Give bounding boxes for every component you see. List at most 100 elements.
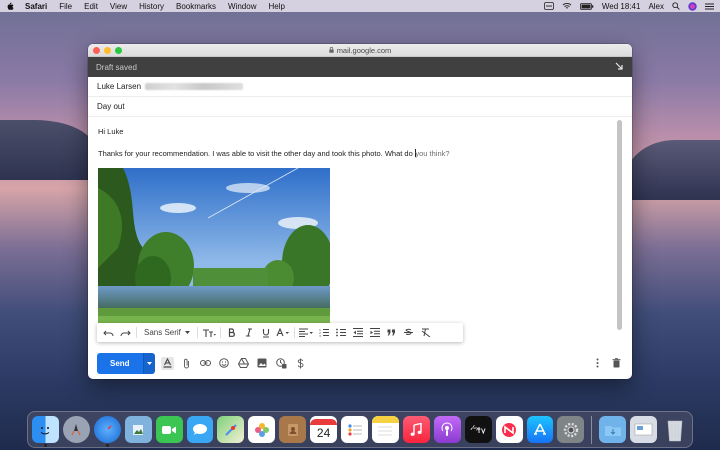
dock-app-store-icon[interactable] [526, 416, 554, 443]
url-text: mail.google.com [336, 45, 392, 55]
dock-notes-icon[interactable] [371, 416, 399, 443]
dots-status-icon[interactable] [543, 2, 554, 10]
dock-system-preferences-icon[interactable] [557, 416, 585, 443]
dock-contacts-icon[interactable] [279, 416, 307, 443]
to-field[interactable]: Luke Larsen [88, 77, 632, 97]
message-body[interactable]: Hi Luke Thanks for your recommendation. … [88, 118, 632, 334]
menu-window[interactable]: Window [228, 2, 256, 11]
dock-music-icon[interactable] [402, 416, 430, 443]
battery-icon[interactable] [579, 2, 594, 10]
recipient-email-redacted [145, 83, 244, 90]
insert-link-icon[interactable] [199, 357, 212, 370]
address-bar[interactable]: mail.google.com [88, 46, 632, 55]
browser-window: mail.google.com Draft saved Luke Larsen … [88, 44, 632, 379]
caret-down-icon [146, 361, 152, 365]
spotlight-search-icon[interactable] [672, 2, 680, 10]
dock-separator [591, 415, 593, 444]
confidential-mode-icon[interactable] [275, 357, 288, 370]
bulleted-list-icon[interactable] [334, 325, 348, 340]
menu-view[interactable]: View [110, 2, 127, 11]
toolbar-divider [293, 327, 295, 338]
dock-maps-icon[interactable] [217, 416, 245, 443]
underline-icon[interactable] [259, 325, 273, 340]
insert-photo-icon[interactable] [256, 357, 269, 370]
draft-status: Draft saved [96, 62, 137, 72]
subject-field[interactable]: Day out [88, 97, 632, 117]
dock-calendar-icon[interactable]: 24 [310, 416, 338, 443]
compose-actions: Send [88, 350, 632, 376]
text-size-icon[interactable] [202, 325, 216, 340]
scrollbar-thumb[interactable] [617, 120, 622, 330]
font-family-value: Sans Serif [144, 328, 181, 337]
send-money-icon[interactable] [294, 357, 307, 370]
attached-photo[interactable] [98, 168, 330, 326]
notification-center-icon[interactable] [705, 3, 714, 10]
undo-icon[interactable] [101, 325, 115, 340]
menubar-user[interactable]: Alex [648, 2, 664, 11]
dock-downloads-folder-icon[interactable] [599, 416, 627, 443]
indent-more-icon[interactable] [368, 325, 382, 340]
dock-trash-icon[interactable] [661, 416, 688, 443]
recipient-name: Luke Larsen [97, 82, 142, 91]
italic-icon[interactable] [242, 325, 256, 340]
google-drive-icon[interactable] [237, 357, 250, 370]
dock-reminders-icon[interactable] [341, 416, 368, 443]
remove-formatting-icon[interactable] [419, 325, 433, 340]
body-line: Thanks for your recommendation. I was ab… [98, 149, 622, 158]
greeting-line: Hi Luke [98, 127, 124, 136]
toolbar-divider [219, 327, 221, 338]
dock-messages-icon[interactable] [186, 416, 214, 443]
menu-help[interactable]: Help [268, 2, 284, 11]
compose-header: Draft saved [88, 57, 632, 77]
numbered-list-icon[interactable]: 123 [317, 325, 331, 340]
dock-preview-icon[interactable] [124, 416, 152, 443]
menu-history[interactable]: History [139, 2, 164, 11]
formatting-options-icon[interactable] [160, 356, 174, 370]
dock-podcasts-icon[interactable] [433, 416, 461, 443]
menu-bar: Safari File Edit View History Bookmarks … [0, 0, 720, 12]
dock-facetime-icon[interactable] [155, 416, 183, 443]
send-options-button[interactable] [142, 352, 155, 374]
indent-less-icon[interactable] [351, 325, 365, 340]
body-text: Thanks for your recommendation. I was ab… [98, 149, 413, 158]
dock-safari-icon[interactable] [93, 416, 121, 447]
menu-app-name[interactable]: Safari [25, 2, 47, 11]
align-icon[interactable] [298, 325, 314, 340]
toolbar-divider [196, 327, 198, 338]
wifi-icon[interactable] [562, 2, 572, 10]
attach-file-icon[interactable] [180, 357, 193, 370]
dock-finder-icon[interactable] [32, 416, 59, 447]
text-color-icon[interactable] [276, 325, 290, 340]
chevron-down-icon [184, 331, 190, 334]
menu-file[interactable]: File [59, 2, 72, 11]
toolbar-divider [136, 327, 137, 338]
menubar-clock[interactable]: Wed 18:41 [602, 2, 641, 11]
dock-news-icon[interactable] [495, 416, 523, 443]
discard-draft-icon[interactable] [610, 357, 623, 370]
redo-icon[interactable] [118, 325, 132, 340]
menu-edit[interactable]: Edit [84, 2, 98, 11]
exit-fullscreen-icon[interactable] [615, 62, 624, 73]
dock-photos-icon[interactable] [248, 416, 276, 443]
dock-launchpad-icon[interactable] [62, 416, 90, 443]
more-options-icon[interactable] [591, 357, 604, 370]
font-family-dropdown[interactable]: Sans Serif [141, 325, 193, 340]
dock-tv-icon[interactable] [464, 416, 492, 443]
apple-menu-icon[interactable] [6, 1, 15, 11]
running-indicator [44, 444, 47, 447]
emoji-icon[interactable] [218, 357, 231, 370]
body-scrollbar[interactable] [617, 120, 622, 330]
calendar-day: 24 [316, 425, 331, 440]
strikethrough-icon[interactable] [402, 325, 416, 340]
lock-icon [328, 46, 334, 55]
quote-icon[interactable] [385, 325, 399, 340]
bold-icon[interactable] [225, 325, 239, 340]
window-titlebar[interactable]: mail.google.com [88, 44, 632, 57]
send-button[interactable]: Send [97, 352, 143, 374]
dock-preview-stack-icon[interactable] [630, 416, 658, 443]
wallpaper-cliff-left [0, 120, 95, 180]
siri-icon[interactable] [688, 1, 697, 11]
svg-text:3: 3 [319, 334, 321, 337]
send-button-group: Send [97, 352, 155, 374]
menu-bookmarks[interactable]: Bookmarks [176, 2, 216, 11]
